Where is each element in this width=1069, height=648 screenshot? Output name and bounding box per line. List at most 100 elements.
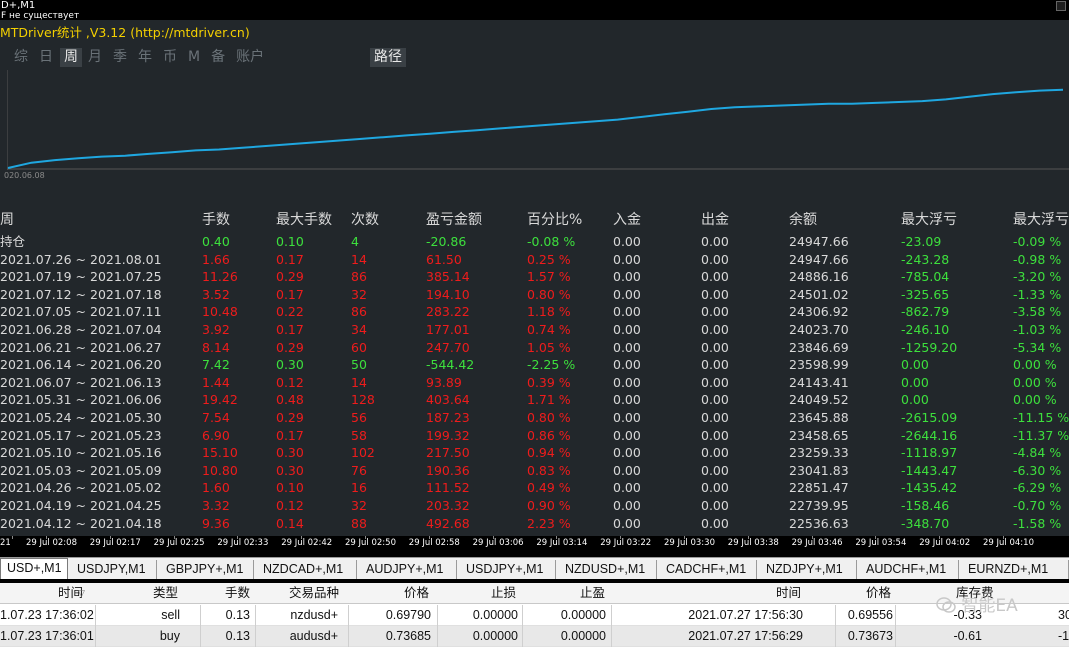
stats-cell-lots: 1.60 — [202, 480, 230, 496]
stats-cell-wd: 0.00 — [701, 304, 729, 320]
chart-tab-2[interactable]: GBPJPY+,M1 — [160, 560, 254, 579]
column-separator — [895, 605, 896, 626]
chart-tab-6[interactable]: NZDUSD+,M1 — [559, 560, 657, 579]
trade-cell-sl: 0.00000 — [472, 608, 518, 622]
stats-header-cell: 最大浮亏 — [901, 212, 957, 228]
stats-cell-count: 86 — [351, 304, 367, 320]
equity-curve-chart — [7, 70, 1069, 170]
column-separator — [437, 605, 438, 626]
stats-header-cell: 出金 — [701, 212, 729, 228]
stats-row: 2021.07.05 ~ 2021.07.11 10.48 0.22 86 283.22… — [0, 303, 1069, 321]
time-tick-label: 29 Jul 02:08 — [26, 538, 77, 548]
stats-cell-max_lots: 0.17 — [276, 251, 304, 267]
period-tab-5[interactable]: 年 — [138, 48, 157, 67]
stats-cell-pnl: 217.50 — [426, 445, 470, 461]
stats-cell-wd: 0.00 — [701, 286, 729, 302]
stats-cell-max_dd_pct: -6.30 % — [1013, 462, 1062, 478]
chart-tab-7[interactable]: CADCHF+,M1 — [660, 560, 757, 579]
column-separator — [835, 605, 836, 626]
stats-cell-bal: 22739.95 — [789, 498, 849, 513]
stats-cell-max_lots: 0.48 — [276, 392, 304, 408]
stats-row: 2021.04.26 ~ 2021.05.02 1.60 0.10 16 111.52 0… — [0, 479, 1069, 497]
col-tp[interactable]: 止盈 — [580, 583, 605, 604]
stats-cell-count: 128 — [351, 392, 375, 408]
stats-cell-max_dd: -246.10 — [901, 322, 950, 337]
stats-row: 2021.04.19 ~ 2021.04.25 3.32 0.12 32 203.32 0… — [0, 497, 1069, 515]
stats-cell-wd: 0.00 — [701, 498, 729, 513]
stats-row: 2021.05.03 ~ 2021.05.09 10.80 0.30 76 190.36… — [0, 462, 1069, 480]
stats-header-cell: 最大浮亏 — [1013, 212, 1069, 228]
time-tick-label: 29 Jul 03:46 — [791, 538, 843, 548]
column-separator — [895, 626, 896, 647]
equity-curve-line — [7, 88, 1064, 169]
period-tab-9[interactable]: 账户 — [236, 48, 269, 67]
stats-cell-max_dd: -1435.42 — [901, 480, 958, 496]
stats-cell-bal: 23598.99 — [789, 357, 849, 373]
period-tab-3[interactable]: 月 — [88, 48, 107, 67]
stats-cell-count: 32 — [351, 286, 367, 302]
chart-tab-4[interactable]: AUDJPY+,M1 — [360, 560, 457, 579]
chart-tab-1[interactable]: USDJPY,M1 — [71, 560, 157, 579]
stats-row: 2021.05.31 ~ 2021.06.06 19.42 0.48 128 403.6… — [0, 391, 1069, 409]
period-tab-7[interactable]: M — [188, 48, 205, 67]
stats-cell-wd: 0.00 — [701, 234, 729, 249]
sort-arrow-icon[interactable]: ▽ — [78, 583, 85, 604]
trade-history-header: 时间 ▽ 类型 手数 交易品种 价格 止损 止盈 时间 价格 库存费 — [0, 583, 1069, 604]
stats-cell-dep: 0.00 — [613, 410, 641, 425]
trade-cell-symbol: nzdusd+ — [290, 608, 338, 622]
col-time2[interactable]: 时间 — [776, 583, 801, 604]
stats-row: 2021.06.07 ~ 2021.06.13 1.44 0.12 14 93.89 0.… — [0, 374, 1069, 392]
col-price2[interactable]: 价格 — [866, 583, 891, 604]
stats-row: 2021.07.12 ~ 2021.07.18 3.52 0.17 32 194.10 0… — [0, 286, 1069, 304]
stats-cell-count: 32 — [351, 498, 367, 513]
stats-cell-lots: 7.42 — [202, 357, 230, 373]
stats-cell-max_dd: 0.00 — [901, 392, 929, 408]
trade-cell-price2: 0.73673 — [847, 629, 893, 643]
col-type[interactable]: 类型 — [153, 583, 178, 604]
chart-tab-8[interactable]: NZDJPY+,M1 — [760, 560, 857, 579]
stats-cell-lots: 8.14 — [202, 339, 230, 355]
period-tab-6[interactable]: 币 — [163, 48, 182, 67]
path-button[interactable]: 路径 — [370, 48, 406, 67]
col-lots[interactable]: 手数 — [225, 583, 250, 604]
column-separator — [522, 626, 523, 647]
period-tab-2[interactable]: 周 — [60, 48, 82, 67]
period-tab-8[interactable]: 备 — [211, 48, 230, 67]
period-tab-1[interactable]: 日 — [39, 48, 58, 67]
stats-cell-wd: 0.00 — [701, 515, 729, 531]
stats-row: 2021.05.17 ~ 2021.05.23 6.90 0.17 58 199.32 0… — [0, 427, 1069, 445]
stats-cell-pnl: 385.14 — [426, 269, 470, 285]
stats-cell-period: 2021.06.28 ~ 2021.07.04 — [0, 322, 162, 337]
period-tab-0[interactable]: 综 — [14, 48, 33, 67]
stats-cell-pnl: 111.52 — [426, 480, 470, 496]
stats-cell-max_dd: -1118.97 — [901, 445, 958, 461]
stats-cell-max_dd: -2644.16 — [901, 427, 958, 443]
time-tick-label: 29 Jul 04:02 — [919, 538, 971, 548]
stats-cell-dep: 0.00 — [613, 286, 641, 302]
chart-tab-0[interactable]: USD+,M1 — [0, 558, 68, 579]
stats-cell-lots: 0.40 — [202, 234, 230, 249]
stats-cell-dep: 0.00 — [613, 515, 641, 531]
stats-cell-pct: 0.25 % — [527, 251, 571, 267]
stats-cell-max_dd_pct: -0.09 % — [1013, 234, 1062, 249]
chart-tab-9[interactable]: AUDCHF+,M1 — [860, 560, 959, 579]
scroll-button[interactable] — [1056, 1, 1066, 11]
stats-cell-wd: 0.00 — [701, 339, 729, 355]
time-tick-label: 29 Jul 02:58 — [408, 538, 460, 548]
col-symbol[interactable]: 交易品种 — [289, 583, 339, 604]
stats-cell-lots: 11.26 — [202, 269, 238, 285]
column-separator — [255, 626, 256, 647]
chart-tab-3[interactable]: NZDCAD+,M1 — [257, 560, 357, 579]
watermark: 智能EA — [936, 591, 1018, 616]
chart-tab-5[interactable]: USDJPY+,M1 — [460, 560, 556, 579]
time-tick-label: 29 Jul 03:22 — [600, 538, 652, 548]
chart-tab-10[interactable]: EURNZD+,M1 — [962, 560, 1069, 579]
trade-row[interactable]: 1.07.23 17:36:02 sell 0.13 nzdusd+ 0.69790 0.… — [0, 605, 1069, 626]
trade-row[interactable]: 1.07.23 17:36:01 buy 0.13 audusd+ 0.73685 0.0… — [0, 626, 1069, 647]
stats-cell-max_dd_pct: -3.20 % — [1013, 269, 1062, 285]
col-sl[interactable]: 止损 — [491, 583, 516, 604]
stats-cell-bal: 22851.47 — [789, 480, 849, 496]
col-price[interactable]: 价格 — [404, 583, 429, 604]
stats-row: 2021.06.14 ~ 2021.06.20 7.42 0.30 50 -544.42… — [0, 356, 1069, 374]
period-tab-4[interactable]: 季 — [113, 48, 132, 67]
